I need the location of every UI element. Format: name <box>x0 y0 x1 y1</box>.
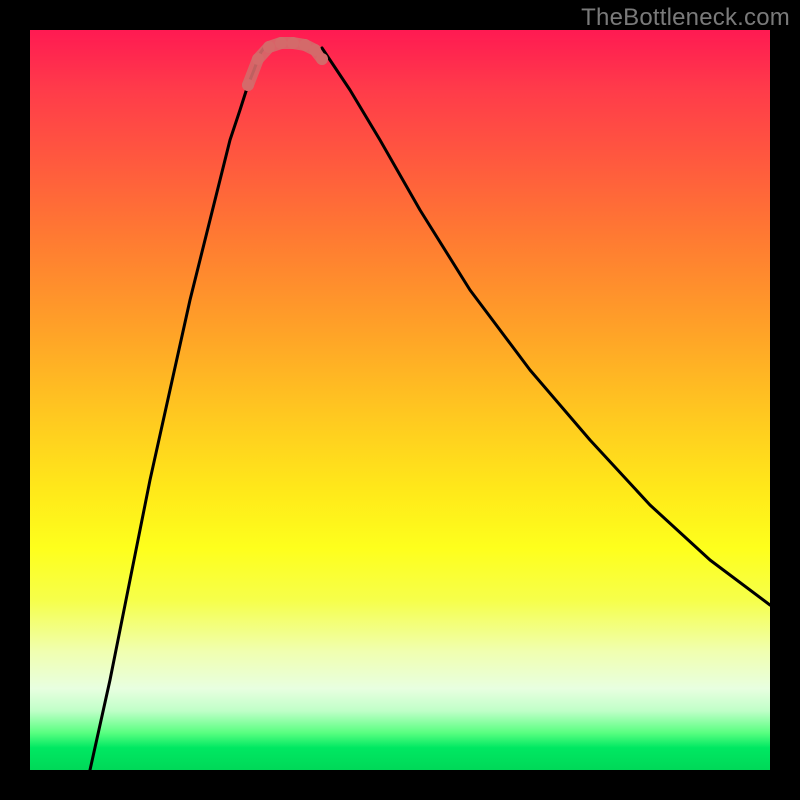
chart-svg <box>30 30 770 770</box>
chart-marker <box>252 53 264 65</box>
watermark-text: TheBottleneck.com <box>581 4 790 32</box>
chart-curve <box>322 48 770 605</box>
chart-marker <box>316 53 328 65</box>
plot-area <box>30 30 770 770</box>
chart-frame: TheBottleneck.com <box>0 0 800 800</box>
chart-marker <box>263 41 275 53</box>
chart-marker <box>287 37 299 49</box>
chart-marker <box>242 79 254 91</box>
chart-curve <box>90 48 264 770</box>
chart-marker <box>275 37 287 49</box>
